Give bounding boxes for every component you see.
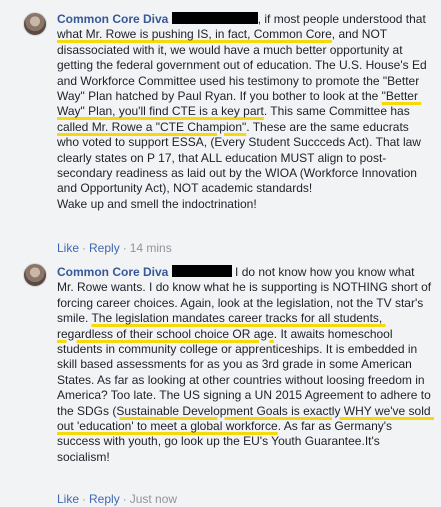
- like-button[interactable]: Like: [57, 241, 79, 255]
- timestamp[interactable]: 14 mins: [130, 241, 172, 255]
- comment-actions: Like · Reply · Just now: [57, 492, 177, 506]
- comment-actions: Like · Reply · 14 mins: [57, 241, 172, 255]
- comment-body: Common Core Diva I do not know how you k…: [57, 265, 433, 465]
- reply-button[interactable]: Reply: [89, 492, 120, 506]
- reply-button[interactable]: Reply: [89, 241, 120, 255]
- avatar[interactable]: [23, 263, 47, 287]
- comment-body: Common Core Diva , if most people unders…: [57, 12, 433, 212]
- author-name[interactable]: Common Core Diva: [57, 12, 168, 26]
- redacted-name: [171, 265, 232, 277]
- highlighted-text: what Mr. Rowe is pushing IS, in fact, Co…: [57, 27, 332, 42]
- timestamp[interactable]: Just now: [130, 492, 177, 506]
- like-button[interactable]: Like: [57, 492, 79, 506]
- comment-2: Common Core Diva I do not know how you k…: [0, 260, 441, 507]
- comment-1: Common Core Diva , if most people unders…: [0, 0, 441, 258]
- avatar[interactable]: [23, 12, 47, 36]
- author-name[interactable]: Common Core Diva: [57, 265, 168, 279]
- separator: ·: [122, 492, 127, 506]
- redacted-name: [171, 12, 258, 24]
- highlighted-text: called Mr. Rowe a "CTE Champion": [57, 119, 247, 134]
- separator: ·: [82, 492, 87, 506]
- text-segment: , if most people understood that: [257, 12, 430, 26]
- separator: ·: [122, 241, 127, 255]
- text-segment: . This same Committee has: [263, 104, 414, 119]
- separator: ·: [82, 241, 87, 255]
